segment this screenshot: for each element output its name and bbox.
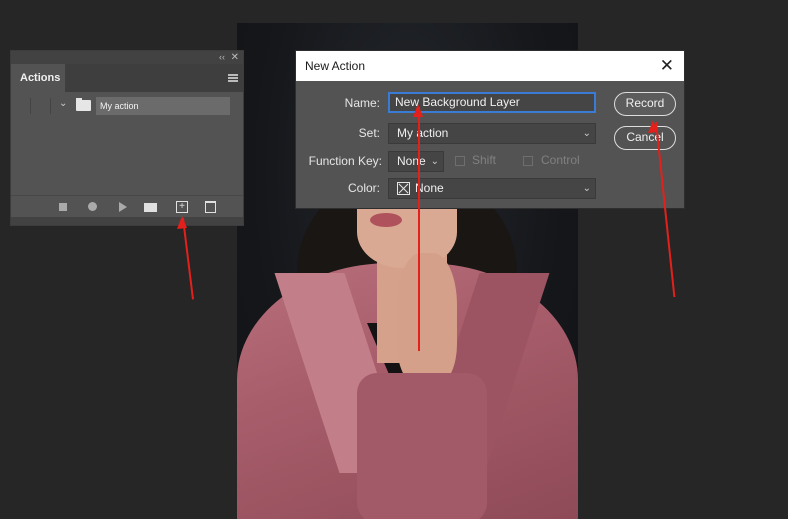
- action-set-name[interactable]: My action: [96, 97, 230, 115]
- no-color-icon: [397, 182, 410, 195]
- dialog-title: New Action: [305, 59, 366, 73]
- set-select-value: My action: [397, 126, 449, 140]
- stop-icon[interactable]: [59, 203, 67, 211]
- function-key-label: Function Key:: [308, 154, 382, 168]
- play-icon[interactable]: [119, 202, 127, 212]
- chevron-down-icon[interactable]: ⌄: [59, 98, 67, 109]
- function-key-value: None: [397, 154, 426, 168]
- folder-icon: [76, 98, 91, 111]
- panel-tab-row: Actions: [11, 64, 243, 92]
- panel-topbar: ‹‹ ✕: [11, 51, 243, 64]
- record-button[interactable]: Record: [614, 92, 676, 116]
- close-icon[interactable]: ✕: [660, 51, 674, 81]
- close-panel-icon[interactable]: ✕: [231, 51, 239, 64]
- photo-lips: [370, 213, 402, 227]
- new-set-folder-icon[interactable]: [144, 203, 157, 212]
- new-action-icon[interactable]: +: [176, 201, 188, 213]
- actions-list: ⌄ My action: [11, 92, 243, 195]
- panel-bottombar: [11, 217, 243, 225]
- color-label: Color:: [347, 181, 380, 195]
- chevron-down-icon: ⌄: [582, 183, 591, 194]
- new-action-dialog: New Action ✕ Name: New Background Layer …: [295, 50, 685, 209]
- function-key-select[interactable]: None ⌄: [388, 151, 444, 172]
- set-label: Set:: [358, 126, 380, 140]
- photo-hand: [397, 253, 457, 383]
- trash-icon[interactable]: [205, 201, 216, 213]
- dialog-titlebar: New Action ✕: [296, 51, 684, 81]
- shift-checkbox[interactable]: [455, 156, 465, 166]
- toggle-item-checkbox[interactable]: [14, 98, 31, 114]
- panel-menu-icon[interactable]: [228, 74, 238, 82]
- actions-toolbar: +: [11, 195, 243, 217]
- toggle-dialog-checkbox[interactable]: [34, 98, 51, 114]
- record-icon[interactable]: [88, 202, 97, 211]
- annotation-arrow-name: [418, 107, 420, 351]
- control-checkbox[interactable]: [523, 156, 533, 166]
- shift-label: Shift: [472, 153, 497, 167]
- list-item[interactable]: ⌄ My action: [14, 97, 240, 115]
- chevron-down-icon: ⌄: [582, 128, 591, 139]
- control-label: Control: [541, 153, 580, 167]
- tab-actions[interactable]: Actions: [11, 64, 65, 92]
- chevron-down-icon: ⌄: [430, 156, 439, 167]
- name-label: Name:: [344, 96, 380, 110]
- collapse-icon[interactable]: ‹‹: [219, 51, 225, 64]
- photo-sleeve: [357, 373, 487, 519]
- annotation-arrow-new-action: [182, 217, 194, 300]
- actions-panel: ‹‹ ✕ Actions ⌄ My action +: [10, 50, 244, 226]
- cancel-button[interactable]: Cancel: [614, 126, 676, 150]
